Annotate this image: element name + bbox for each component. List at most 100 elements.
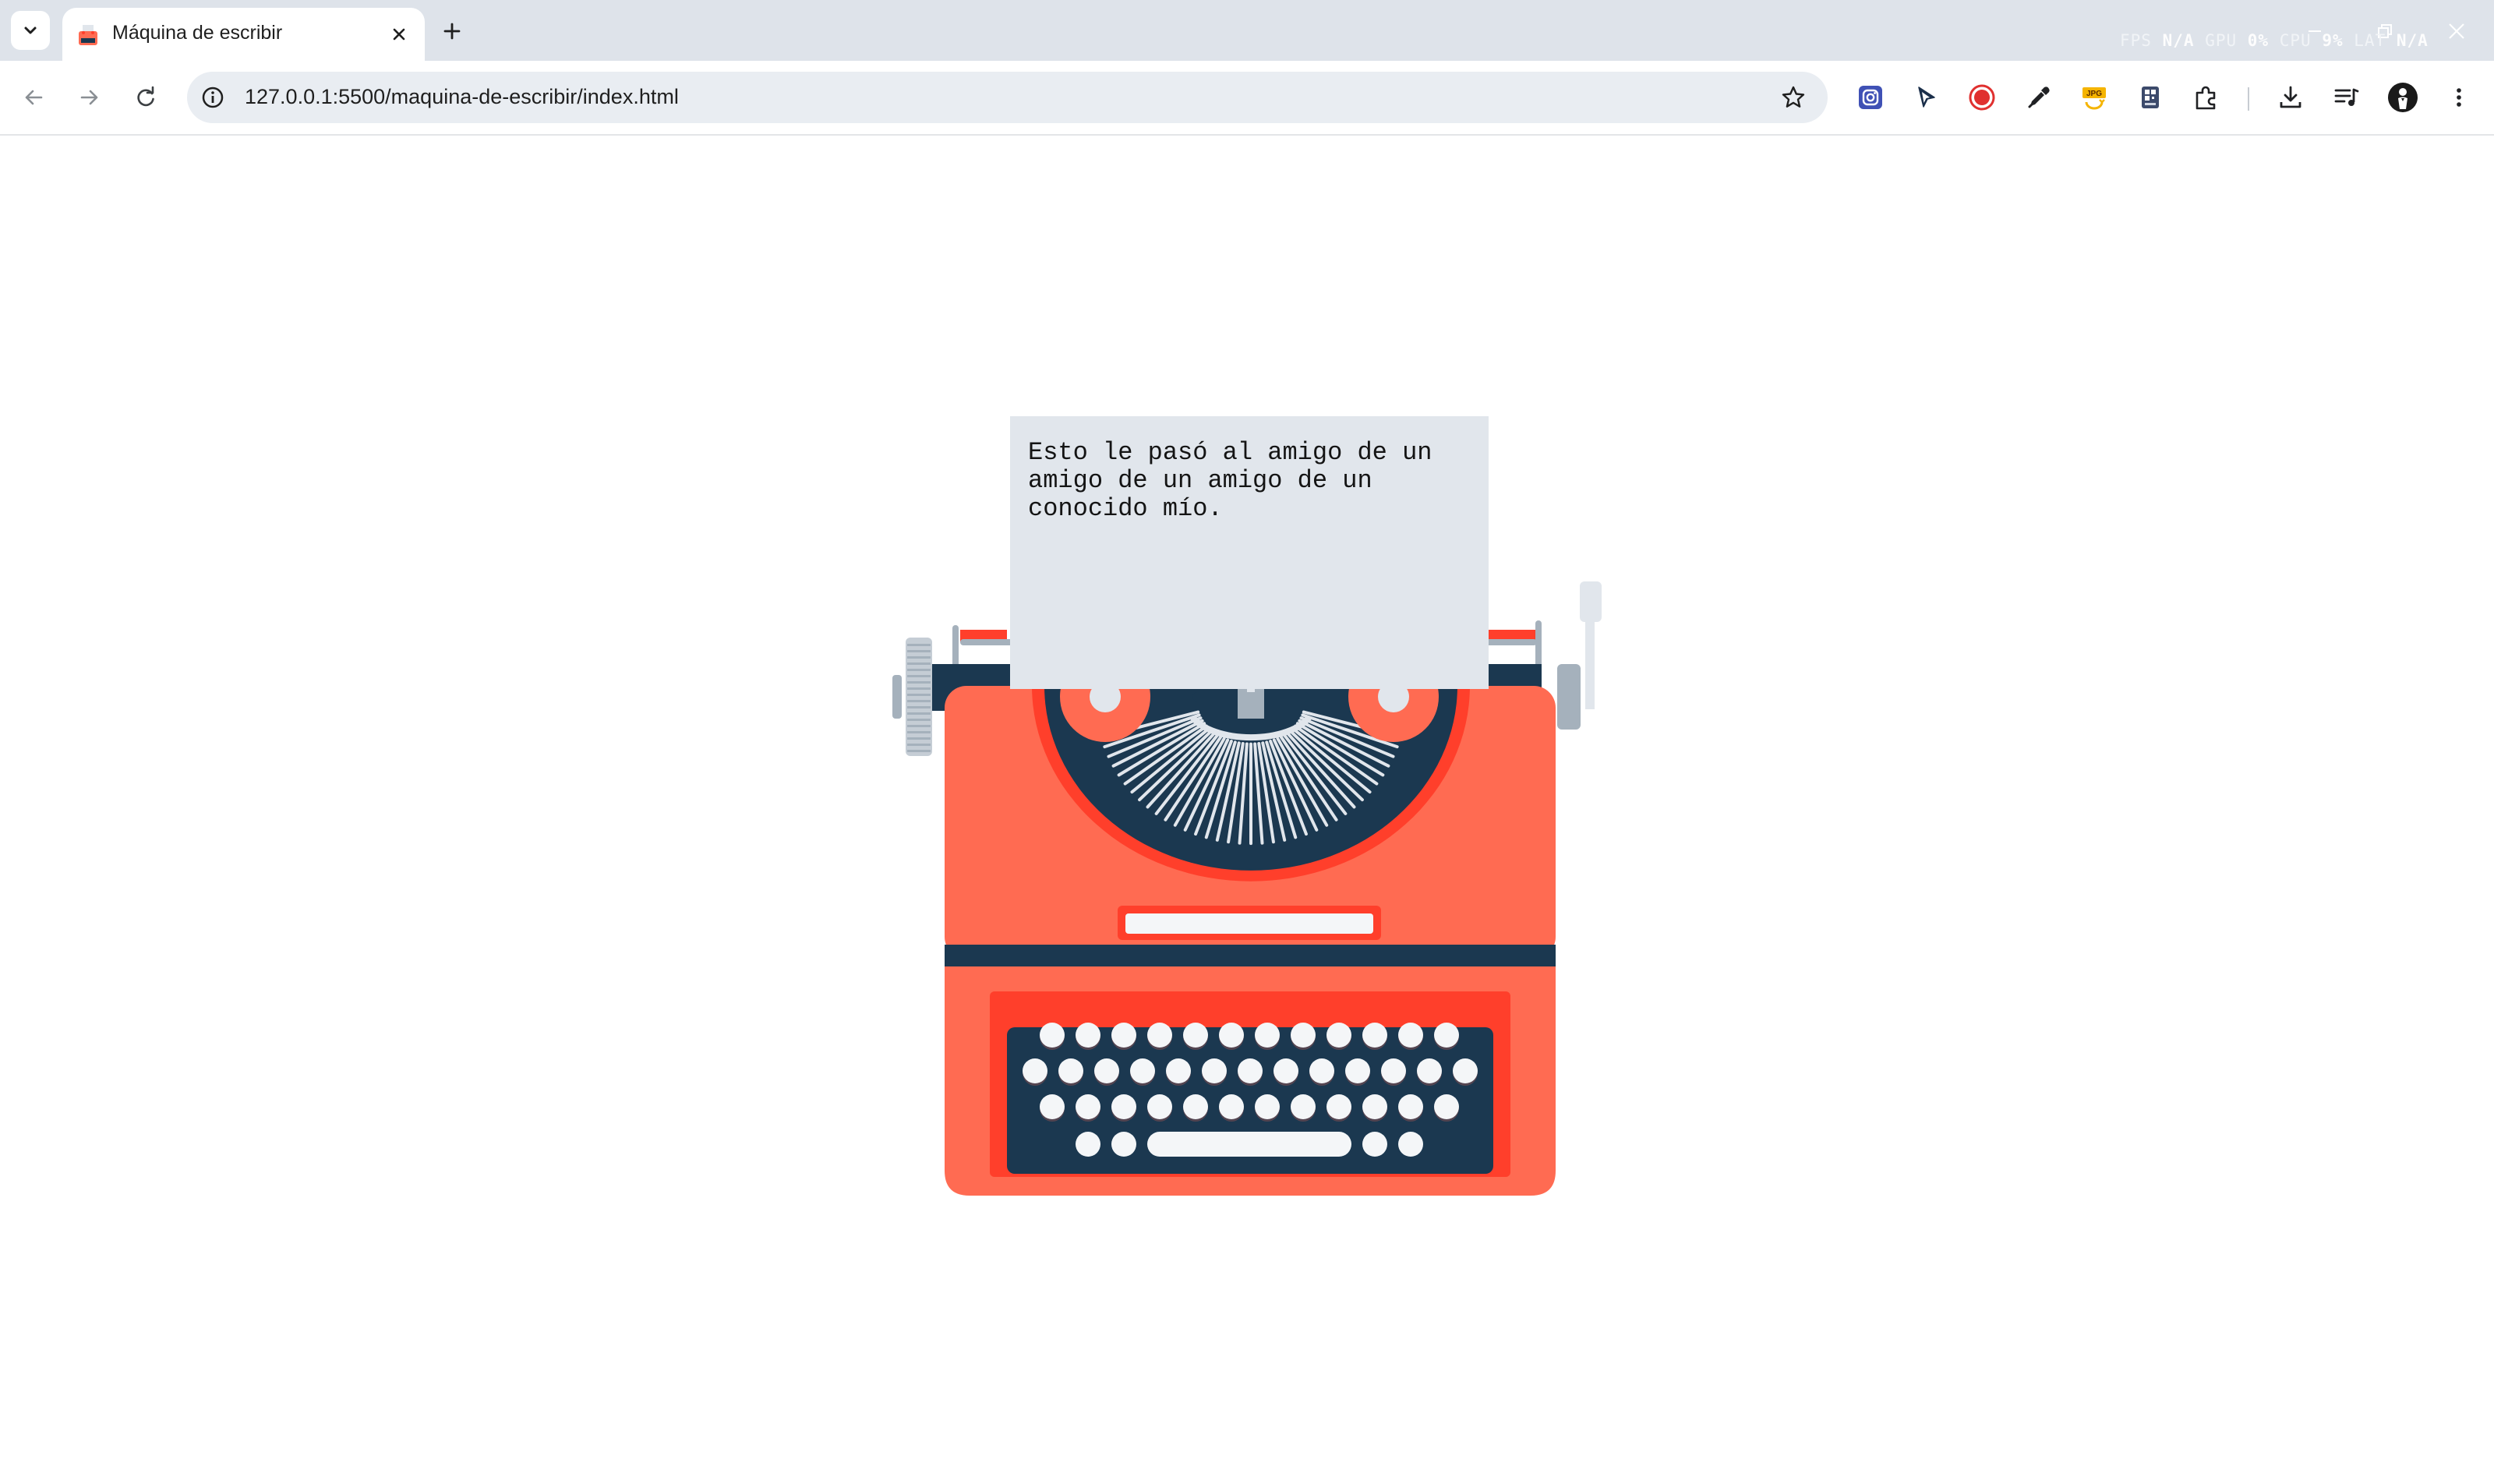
fps-value: N/A xyxy=(2162,31,2195,50)
tab-title: Máquina de escribir xyxy=(112,22,283,44)
key xyxy=(1345,1058,1370,1083)
knob-ridge xyxy=(907,662,931,665)
tab-strip: Máquina de escribir FPS N/A GPU 0% CPU 9… xyxy=(0,0,2494,61)
color-picker-extension[interactable] xyxy=(2019,78,2058,117)
key xyxy=(1130,1058,1155,1083)
instagram-download-icon xyxy=(1859,86,1882,109)
key xyxy=(1291,1023,1316,1048)
forward-button[interactable] xyxy=(72,80,108,115)
key xyxy=(1453,1058,1478,1083)
key xyxy=(1040,1094,1065,1119)
info-icon xyxy=(202,87,224,108)
key xyxy=(1183,1094,1208,1119)
key xyxy=(1094,1058,1119,1083)
knob-ridge xyxy=(907,675,931,677)
screen-recorder-extension[interactable] xyxy=(1962,78,2001,117)
profile-button[interactable] xyxy=(2383,78,2422,117)
key xyxy=(1273,1058,1298,1083)
right-platen-knob xyxy=(1557,664,1581,730)
key xyxy=(1183,1023,1208,1048)
cpu-label: CPU xyxy=(2279,31,2312,50)
eyedropper-icon xyxy=(2028,87,2050,108)
key xyxy=(1362,1023,1387,1048)
knob-ridge xyxy=(907,706,931,708)
new-tab-button[interactable] xyxy=(438,17,466,45)
key xyxy=(1255,1094,1280,1119)
key xyxy=(1147,1023,1172,1048)
instagram-download-extension[interactable] xyxy=(1851,78,1890,117)
knob-ridge xyxy=(907,731,931,733)
window-close-button[interactable] xyxy=(2443,17,2471,45)
qr-code-extension[interactable] xyxy=(2131,78,2170,117)
tab-search-button[interactable] xyxy=(11,11,50,50)
qr-code-icon xyxy=(2142,87,2159,108)
key xyxy=(1309,1058,1334,1083)
site-info-button[interactable] xyxy=(196,81,229,114)
knob-ridge xyxy=(907,725,931,727)
knob-ridge xyxy=(907,719,931,721)
knob-ridge xyxy=(907,650,931,652)
browser-menu-button[interactable] xyxy=(2439,78,2478,117)
cursor-icon xyxy=(1918,87,1935,108)
knob-ridge xyxy=(907,744,931,746)
cpu-value: 9% xyxy=(2322,31,2344,50)
key xyxy=(1434,1023,1459,1048)
key xyxy=(1058,1058,1083,1083)
gpu-label: GPU xyxy=(2205,31,2238,50)
key xyxy=(1326,1023,1351,1048)
reload-icon xyxy=(137,86,154,107)
key xyxy=(1166,1058,1191,1083)
key xyxy=(1111,1023,1136,1048)
svg-text:JPG: JPG xyxy=(2086,90,2102,98)
lat-value: N/A xyxy=(2396,31,2429,50)
key xyxy=(1255,1023,1280,1048)
key xyxy=(1398,1023,1423,1048)
tab-close-button[interactable] xyxy=(387,22,412,47)
media-controls-button[interactable] xyxy=(2327,78,2366,117)
left-knob-cap xyxy=(892,675,902,719)
jpg-converter-icon: JPG xyxy=(2082,87,2106,110)
knob-ridge xyxy=(907,644,931,646)
profile-avatar-icon xyxy=(2388,83,2418,112)
typed-text: Esto le pasó al amigo de un amigo de un … xyxy=(1028,438,1432,523)
toolbar-separator xyxy=(2248,87,2249,111)
arrow-right-icon xyxy=(80,90,98,105)
key xyxy=(1219,1094,1244,1119)
bookmark-button[interactable] xyxy=(1777,81,1810,114)
back-button[interactable] xyxy=(16,80,51,115)
knob-ridge xyxy=(907,694,931,696)
knob-ridge xyxy=(907,687,931,690)
extensions-button[interactable] xyxy=(2187,78,2226,117)
key xyxy=(1434,1094,1459,1119)
close-icon xyxy=(393,28,405,41)
jpg-converter-extension[interactable]: JPG xyxy=(2075,78,2114,117)
spacebar xyxy=(1147,1132,1351,1157)
lat-label: LAT xyxy=(2354,31,2386,50)
reload-button[interactable] xyxy=(128,80,164,115)
knob-ridge xyxy=(907,750,931,752)
key xyxy=(1362,1094,1387,1119)
knob-ridge xyxy=(907,712,931,715)
star-outline-icon xyxy=(1782,86,1805,108)
knob-ridge xyxy=(907,669,931,671)
downloads-button[interactable] xyxy=(2271,78,2310,117)
extensions-icon xyxy=(2195,86,2216,110)
key xyxy=(1219,1023,1244,1048)
key xyxy=(1147,1094,1172,1119)
key xyxy=(1202,1058,1227,1083)
key xyxy=(1417,1058,1442,1083)
key xyxy=(1238,1058,1263,1083)
address-bar[interactable]: 127.0.0.1:5500/maquina-de-escribir/index… xyxy=(187,72,1828,123)
key xyxy=(1291,1094,1316,1119)
chevron-down-icon xyxy=(24,26,37,34)
knob-ridge xyxy=(907,737,931,740)
tab-active[interactable]: Máquina de escribir xyxy=(62,8,425,61)
kebab-menu-icon xyxy=(2457,88,2461,107)
record-icon xyxy=(1969,84,1995,111)
download-icon xyxy=(2280,86,2301,108)
url-text[interactable]: 127.0.0.1:5500/maquina-de-escribir/index… xyxy=(245,85,679,109)
key xyxy=(1076,1132,1100,1157)
cursor-extension[interactable] xyxy=(1906,78,1945,117)
browser-toolbar: 127.0.0.1:5500/maquina-de-escribir/index… xyxy=(0,61,2494,136)
key xyxy=(1076,1094,1100,1119)
